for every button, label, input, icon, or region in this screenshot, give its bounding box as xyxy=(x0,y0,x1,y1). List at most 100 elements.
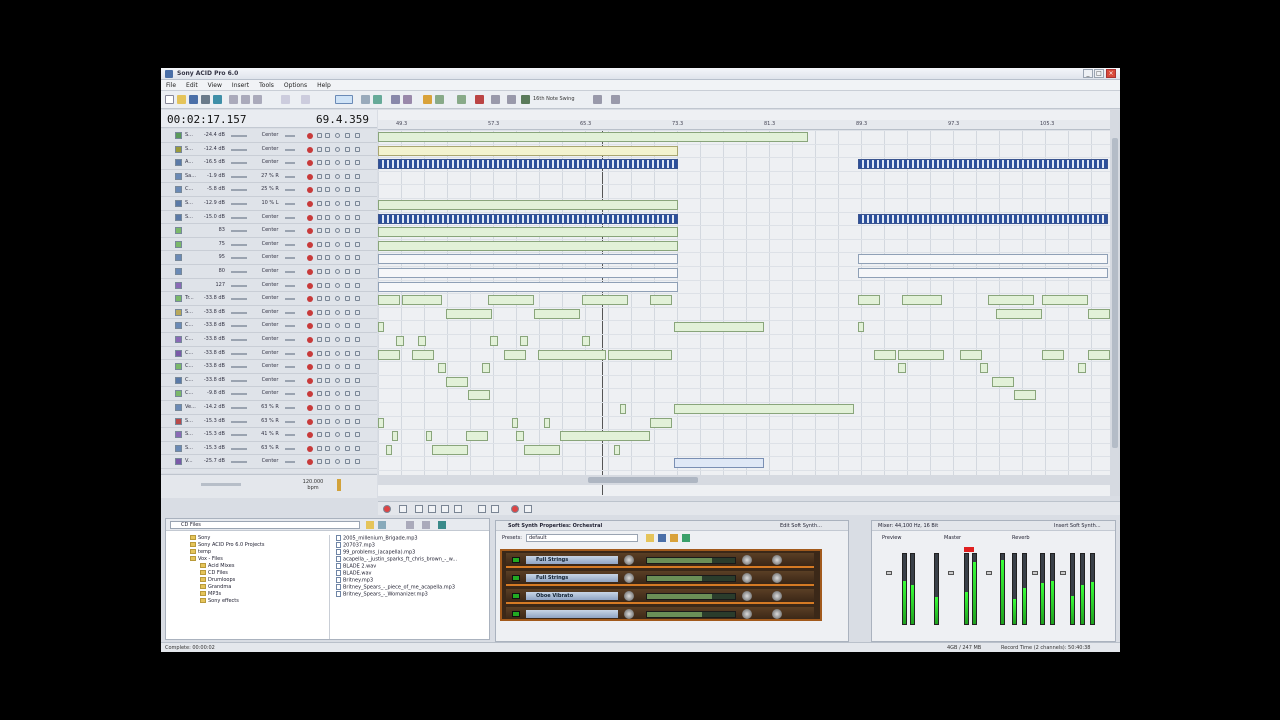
normal-tool-icon[interactable] xyxy=(391,95,400,104)
track-pan-slider[interactable] xyxy=(285,148,295,151)
draw-tool-icon[interactable] xyxy=(423,95,432,104)
track-header[interactable]: Ve... -14.2 dB 63 % R xyxy=(161,401,377,415)
track-name[interactable]: C... xyxy=(185,322,193,328)
menu-view[interactable]: View xyxy=(203,80,227,89)
envelope-tool-icon[interactable] xyxy=(475,95,484,104)
slot-knob[interactable] xyxy=(624,591,634,601)
track-solo-icon[interactable] xyxy=(325,255,330,261)
erase-tool-icon[interactable] xyxy=(457,95,466,104)
track-fx-icon[interactable] xyxy=(335,459,340,465)
track-record-icon[interactable] xyxy=(307,269,313,275)
redo-icon[interactable] xyxy=(301,95,310,104)
track-volume-slider[interactable] xyxy=(231,162,247,165)
track-menu-icon[interactable] xyxy=(345,337,350,342)
track-record-icon[interactable] xyxy=(307,337,313,343)
slot-send-knob[interactable] xyxy=(772,573,782,583)
maximize-icon[interactable]: □ xyxy=(1094,69,1104,78)
menu-insert[interactable]: Insert xyxy=(227,80,254,89)
track-menu-icon[interactable] xyxy=(345,187,350,193)
track-volume-slider[interactable] xyxy=(231,366,247,369)
track-fx-icon[interactable] xyxy=(335,337,340,342)
track-record-icon[interactable] xyxy=(307,391,313,398)
track-header[interactable]: S... -15.3 dB 63 % R xyxy=(161,442,377,456)
slot-send-knob[interactable] xyxy=(772,555,782,565)
synth-slot[interactable]: Oboe Vibrato xyxy=(506,589,814,604)
file-item[interactable]: Britney.mp3 xyxy=(336,577,486,584)
paint-tool-icon[interactable] xyxy=(435,95,444,104)
slot-power-icon[interactable] xyxy=(512,557,520,563)
track-record-icon[interactable] xyxy=(307,405,313,411)
track-name[interactable]: S... xyxy=(185,445,193,451)
track-menu-icon[interactable] xyxy=(345,160,350,166)
channel-fader[interactable] xyxy=(886,571,892,575)
track-name[interactable]: A... xyxy=(185,159,193,165)
slot-level-bar[interactable] xyxy=(646,593,736,600)
track-fx-icon[interactable] xyxy=(335,214,340,220)
slot-pan-knob[interactable] xyxy=(742,573,752,583)
file-item[interactable]: 2005_millenium_Brigade.mp3 xyxy=(336,535,486,542)
menu-edit[interactable]: Edit xyxy=(181,80,203,89)
slot-pan-knob[interactable] xyxy=(742,555,752,565)
audio-event[interactable] xyxy=(858,295,880,306)
track-solo-icon[interactable] xyxy=(325,214,330,220)
play-preview-icon[interactable] xyxy=(422,521,430,529)
track-solo-icon[interactable] xyxy=(325,418,330,424)
track-arm-icon[interactable] xyxy=(355,418,360,424)
audio-event[interactable] xyxy=(614,444,620,455)
audio-event[interactable] xyxy=(482,363,490,374)
track-menu-icon[interactable] xyxy=(345,255,350,261)
track-pan-slider[interactable] xyxy=(285,325,295,328)
track-mute-icon[interactable] xyxy=(317,445,322,451)
track-mute-icon[interactable] xyxy=(317,241,322,247)
track-fx-icon[interactable] xyxy=(335,309,340,315)
track-arm-icon[interactable] xyxy=(355,269,360,274)
file-item[interactable]: 207037.mp3 xyxy=(336,542,486,549)
ruler-marker[interactable]: 89.3 xyxy=(856,121,867,127)
track-fx-icon[interactable] xyxy=(335,201,340,206)
folder-item[interactable]: temp xyxy=(170,549,329,556)
track-mute-icon[interactable] xyxy=(317,282,322,288)
track-mute-icon[interactable] xyxy=(317,323,322,329)
track-volume-slider[interactable] xyxy=(231,407,247,409)
slot-knob[interactable] xyxy=(624,573,634,583)
paste-icon[interactable] xyxy=(253,95,262,104)
track-solo-icon[interactable] xyxy=(325,282,330,288)
track-header[interactable]: C... -33.8 dB Center xyxy=(161,374,377,388)
audio-event[interactable] xyxy=(418,336,426,346)
slot-power-icon[interactable] xyxy=(512,593,520,599)
properties-icon[interactable] xyxy=(213,95,222,104)
channel-fader[interactable] xyxy=(1032,571,1038,575)
audio-event[interactable] xyxy=(468,390,490,401)
track-pan-slider[interactable] xyxy=(285,352,295,355)
track-record-icon[interactable] xyxy=(307,146,313,153)
channel-fader[interactable] xyxy=(948,571,954,575)
track-pan-slider[interactable] xyxy=(285,162,295,165)
track-solo-icon[interactable] xyxy=(325,309,330,315)
track-menu-icon[interactable] xyxy=(345,405,350,410)
audio-event[interactable] xyxy=(378,254,678,265)
audio-event[interactable] xyxy=(516,431,524,442)
track-pan-slider[interactable] xyxy=(285,298,295,301)
ruler-marker[interactable]: 57.3 xyxy=(488,121,499,127)
file-list[interactable]: 2005_millenium_Brigade.mp3 207037.mp3 99_p… xyxy=(336,535,486,639)
track-solo-icon[interactable] xyxy=(325,364,330,370)
file-item[interactable]: Britney_Spears_-_piece_of_me_acapella.mp… xyxy=(336,584,486,591)
track-pan-slider[interactable] xyxy=(285,393,295,396)
track-name[interactable]: S... xyxy=(185,418,193,424)
track-mute-icon[interactable] xyxy=(317,405,322,410)
audio-event[interactable] xyxy=(378,240,678,251)
track-record-icon[interactable] xyxy=(307,459,313,466)
synth-slot[interactable] xyxy=(506,607,814,619)
track-record-icon[interactable] xyxy=(307,241,313,248)
track-fx-icon[interactable] xyxy=(335,391,340,397)
track-name[interactable]: C... xyxy=(185,350,193,356)
folder-item[interactable]: Acid Mixes xyxy=(170,563,329,570)
track-record-icon[interactable] xyxy=(307,187,313,194)
folder-item[interactable]: Drumloops xyxy=(170,577,329,584)
track-fx-icon[interactable] xyxy=(335,445,340,451)
track-volume-slider[interactable] xyxy=(231,175,247,178)
tempo-slider[interactable] xyxy=(201,483,241,486)
audio-event[interactable] xyxy=(432,444,468,455)
track-mute-icon[interactable] xyxy=(317,146,322,152)
track-menu-icon[interactable] xyxy=(345,269,350,274)
